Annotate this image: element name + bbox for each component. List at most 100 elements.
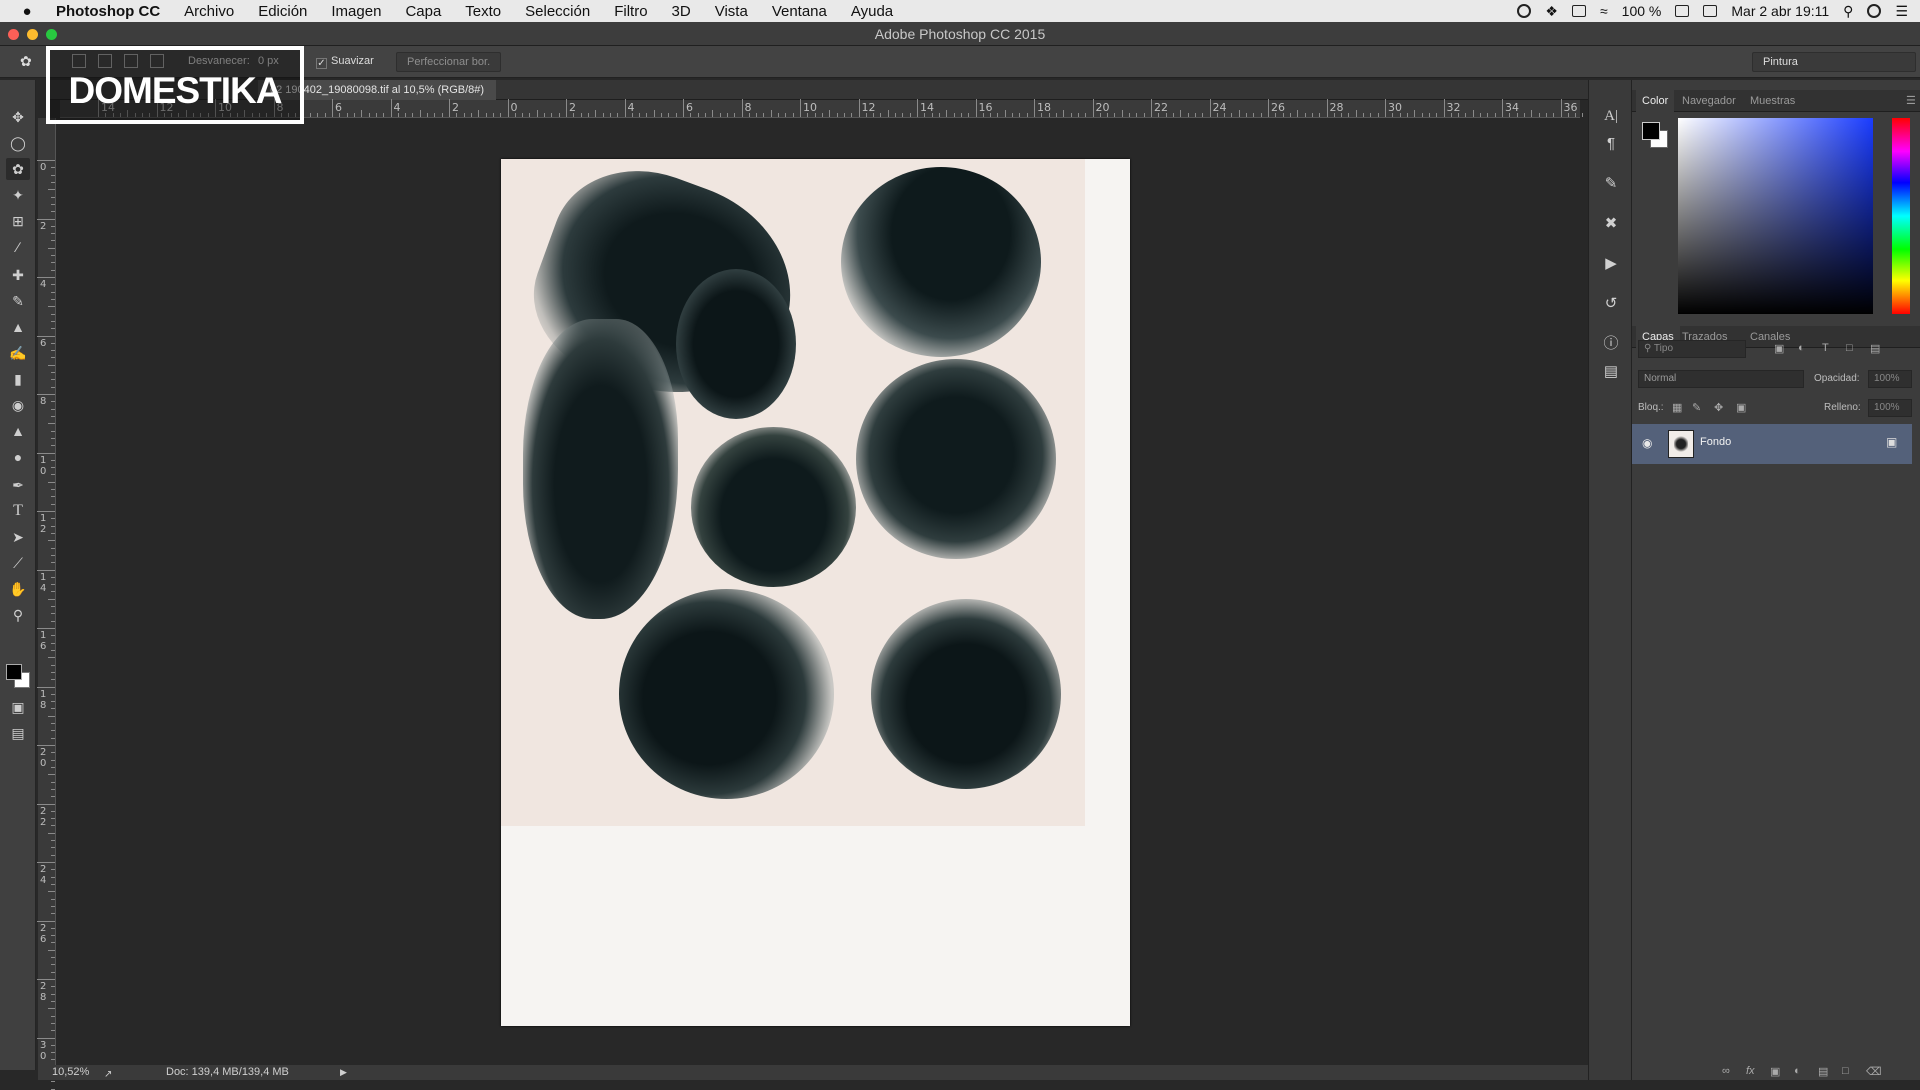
layer-row[interactable]: ◉ Fondo ▣: [1632, 424, 1912, 464]
foreground-color-swatch[interactable]: [6, 664, 22, 680]
ruler-tick: [851, 113, 853, 117]
notification-center-icon[interactable]: ☰: [1895, 3, 1908, 20]
menu-imagen[interactable]: Imagen: [319, 3, 393, 20]
paint-bucket-tool-icon[interactable]: ◉: [6, 394, 30, 416]
menu-texto[interactable]: Texto: [453, 3, 513, 20]
adjustment-layer-icon[interactable]: ◐: [1794, 1065, 1801, 1077]
layer-name[interactable]: Fondo: [1700, 436, 1731, 448]
fill-input[interactable]: 100%: [1868, 399, 1912, 417]
menu-photoshop[interactable]: Photoshop CC: [44, 3, 172, 20]
lock-position-icon[interactable]: ✥: [1714, 401, 1723, 414]
eraser-tool-icon[interactable]: ▮: [6, 368, 30, 390]
menu-archivo[interactable]: Archivo: [172, 3, 246, 20]
menu-3d[interactable]: 3D: [660, 3, 703, 20]
workspace-select[interactable]: Pintura: [1752, 52, 1916, 72]
ruler-tick: [1553, 113, 1555, 117]
new-layer-icon[interactable]: □: [1842, 1065, 1849, 1077]
zoom-level[interactable]: 10,52%: [52, 1065, 89, 1080]
tool-presets-icon[interactable]: ✖: [1599, 212, 1623, 236]
siri-icon[interactable]: [1867, 4, 1882, 18]
path-selection-tool-icon[interactable]: ➤: [6, 526, 30, 548]
new-group-icon[interactable]: ▤: [1818, 1065, 1828, 1078]
menu-capa[interactable]: Capa: [393, 3, 453, 20]
filter-adjustment-icon[interactable]: ◐: [1798, 342, 1805, 354]
tab-canales[interactable]: Canales: [1744, 326, 1796, 348]
type-tool-icon[interactable]: T: [6, 500, 30, 522]
color-spectrum-field[interactable]: [1678, 118, 1873, 314]
pen-tool-icon[interactable]: ✒: [6, 474, 30, 496]
zoom-tool-icon[interactable]: ⚲: [6, 604, 30, 626]
apple-icon[interactable]: ●: [10, 3, 44, 20]
info-panel-icon[interactable]: ⓘ: [1599, 332, 1623, 356]
brush-presets-icon[interactable]: ✎: [1599, 172, 1623, 196]
tab-navegador[interactable]: Navegador: [1676, 90, 1742, 112]
screen-mode-icon[interactable]: ▤: [6, 722, 30, 744]
ruler-label: 12: [40, 513, 47, 535]
brush-tool-icon[interactable]: ✎: [6, 290, 30, 312]
quick-mask-icon[interactable]: ▣: [6, 696, 30, 718]
filter-pixel-icon[interactable]: ▣: [1774, 342, 1784, 355]
menu-ayuda[interactable]: Ayuda: [839, 3, 905, 20]
close-window-button[interactable]: [8, 29, 19, 40]
menu-vista[interactable]: Vista: [703, 3, 760, 20]
eye-icon[interactable]: ◉: [1642, 436, 1652, 450]
menu-edicion[interactable]: Edición: [246, 3, 319, 20]
airplay-icon[interactable]: [1571, 5, 1586, 17]
opacity-input[interactable]: 100%: [1868, 370, 1912, 388]
trash-icon[interactable]: ⌫: [1866, 1065, 1882, 1078]
dodge-tool-icon[interactable]: ●: [6, 446, 30, 468]
battery-icon[interactable]: [1675, 5, 1690, 17]
line-tool-icon[interactable]: ⟋: [6, 552, 30, 574]
menu-filtro[interactable]: Filtro: [602, 3, 659, 20]
refine-edge-button[interactable]: Perfeccionar bor.: [396, 52, 502, 72]
lock-all-icon[interactable]: ▣: [1736, 401, 1746, 414]
dropbox-icon[interactable]: ❖: [1545, 3, 1558, 20]
character-panel-icon[interactable]: A|: [1599, 104, 1623, 128]
lasso-preset-icon[interactable]: ✿: [20, 53, 32, 70]
lock-pixels-icon[interactable]: ✎: [1692, 401, 1701, 414]
foreground-color-swatch-panel[interactable]: [1642, 122, 1660, 140]
filter-type-icon[interactable]: T: [1822, 342, 1829, 354]
menu-seleccion[interactable]: Selección: [513, 3, 602, 20]
add-mask-icon[interactable]: ▣: [1770, 1065, 1780, 1078]
blur-tool-icon[interactable]: ▲: [6, 420, 30, 442]
link-layers-icon[interactable]: ∞: [1722, 1065, 1730, 1077]
clock[interactable]: Mar 2 abr 19:11: [1731, 3, 1829, 19]
clone-stamp-tool-icon[interactable]: ▲: [6, 316, 30, 338]
antialias-checkbox[interactable]: ✓ Suavizar: [316, 55, 374, 69]
eyedropper-tool-icon[interactable]: ∕: [6, 236, 30, 258]
actions-panel-icon[interactable]: ▶: [1599, 252, 1623, 276]
vertical-ruler[interactable]: 0 2 4 6 8 10 12 14 16 18 20 22 24 26 28 30: [37, 118, 56, 1090]
panel-menu-icon[interactable]: ☰: [1900, 90, 1920, 112]
history-brush-tool-icon[interactable]: ✍: [6, 342, 30, 364]
marquee-tool-icon[interactable]: ◯: [6, 132, 30, 154]
lasso-tool-icon[interactable]: ✿: [6, 158, 30, 180]
minimize-window-button[interactable]: [27, 29, 38, 40]
fx-icon[interactable]: fx: [1746, 1065, 1755, 1077]
tab-color[interactable]: Color: [1636, 90, 1675, 112]
status-menu-arrow-icon[interactable]: ▶: [340, 1065, 347, 1080]
history-panel-icon[interactable]: ↺: [1599, 292, 1623, 316]
tab-muestras[interactable]: Muestras: [1744, 90, 1801, 112]
healing-brush-tool-icon[interactable]: ✚: [6, 264, 30, 286]
crop-tool-icon[interactable]: ⊞: [6, 210, 30, 232]
zoom-window-button[interactable]: [46, 29, 57, 40]
hue-slider[interactable]: [1892, 118, 1910, 314]
display-icon[interactable]: [1703, 5, 1718, 17]
record-icon[interactable]: [1517, 4, 1532, 18]
scanned-ink-sheet[interactable]: [501, 144, 1085, 826]
move-tool-icon[interactable]: ✥: [6, 106, 30, 128]
properties-panel-icon[interactable]: ▤: [1599, 360, 1623, 384]
menu-ventana[interactable]: Ventana: [760, 3, 839, 20]
lock-transparent-icon[interactable]: ▦: [1672, 401, 1682, 414]
spotlight-search-icon[interactable]: ⚲: [1843, 3, 1853, 20]
layer-filter-select[interactable]: ⚲ Tipo: [1638, 340, 1746, 358]
ruler-tick: [51, 196, 55, 198]
hand-tool-icon[interactable]: ✋: [6, 578, 30, 600]
filter-shape-icon[interactable]: □: [1846, 342, 1853, 354]
quick-selection-tool-icon[interactable]: ✦: [6, 184, 30, 206]
blend-mode-select[interactable]: Normal: [1638, 370, 1804, 388]
wifi-icon[interactable]: ≈: [1600, 3, 1608, 19]
filter-smartobject-icon[interactable]: ▤: [1870, 342, 1880, 355]
paragraph-panel-icon[interactable]: ¶: [1599, 132, 1623, 156]
